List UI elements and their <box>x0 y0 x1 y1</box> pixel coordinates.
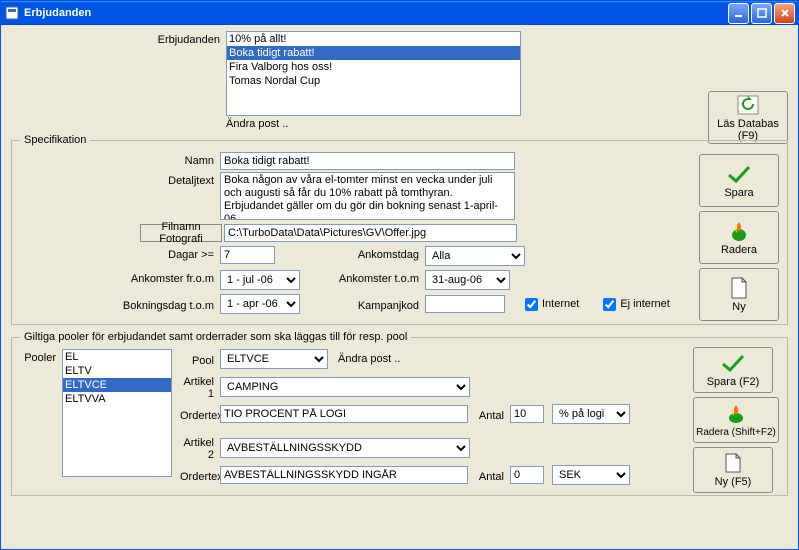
pooler-list-item[interactable]: ELTVCE <box>63 378 171 392</box>
article1-label: Artikel 1 <box>180 373 220 400</box>
pool-label: Pool <box>180 352 220 367</box>
arrival-to-select[interactable]: 31-aug-06 <box>425 270 510 290</box>
booking-to-label: Bokningsdag t.o.m <box>20 297 220 312</box>
maximize-button[interactable] <box>751 3 772 24</box>
offers-list-item[interactable]: Fira Valborg hos oss! <box>227 60 520 74</box>
fire-icon <box>722 403 750 425</box>
internet-checkbox-wrap[interactable]: Internet <box>525 298 579 311</box>
ordertext1-input[interactable] <box>220 405 468 423</box>
count1-input[interactable] <box>510 405 544 423</box>
pooler-list-item[interactable]: ELTV <box>63 364 171 378</box>
not-internet-checkbox[interactable] <box>603 298 616 311</box>
close-button[interactable] <box>774 3 795 24</box>
days-input[interactable] <box>220 246 275 264</box>
window: Erbjudanden Erbjudanden 10% på allt!Boka… <box>0 0 799 550</box>
pool-select[interactable]: ELTVCE <box>220 349 328 369</box>
campaign-label: Kampanjkod <box>300 297 425 312</box>
detail-textarea[interactable]: Boka någon av våra el-tomter minst en ve… <box>220 172 515 220</box>
check-icon <box>719 352 747 374</box>
arrival-from-select[interactable]: 1 - jul -06 <box>220 270 300 290</box>
offers-list-item[interactable]: 10% på allt! <box>227 32 520 46</box>
arrival-from-label: Ankomster fr.o.m <box>20 270 220 285</box>
edit-post-label: Ändra post .. <box>226 118 521 130</box>
minimize-button[interactable] <box>728 3 749 24</box>
spec-delete-button[interactable]: Radera <box>699 211 779 264</box>
detail-label: Detaljtext <box>20 172 220 187</box>
article2-select[interactable]: AVBESTÄLLNINGSSKYDD <box>220 438 470 458</box>
pool-delete-button[interactable]: Radera (Shift+F2) <box>693 397 779 443</box>
refresh-icon <box>734 94 762 116</box>
pools-fieldset: Giltiga pooler för erbjudandet samt orde… <box>11 331 788 496</box>
pool-delete-label: Radera (Shift+F2) <box>696 427 776 438</box>
days-label: Dagar >= <box>20 246 220 261</box>
pool-new-label: Ny (F5) <box>715 476 752 488</box>
arrival-day-label: Ankomstdag <box>275 246 425 261</box>
new-document-icon <box>725 277 753 299</box>
pool-save-button[interactable]: Spara (F2) <box>693 347 773 393</box>
spec-new-label: Ny <box>732 301 745 313</box>
count1-label: Antal <box>468 407 510 422</box>
photo-path-input[interactable] <box>224 224 517 242</box>
article1-select[interactable]: CAMPING <box>220 377 470 397</box>
pooler-listbox[interactable]: ELELTVELTVCEELTVVA <box>62 349 172 477</box>
content: Erbjudanden 10% på allt!Boka tidigt raba… <box>1 25 798 549</box>
pooler-label: Pooler <box>20 349 62 364</box>
specification-legend: Specifikation <box>20 134 90 146</box>
photo-filename-button[interactable]: Filnamn Fotografi <box>140 224 222 242</box>
new-document-icon <box>719 452 747 474</box>
offers-label: Erbjudanden <box>11 31 226 46</box>
not-internet-label: Ej internet <box>620 298 670 310</box>
check-icon <box>725 163 753 185</box>
offers-listbox[interactable]: 10% på allt!Boka tidigt rabatt!Fira Valb… <box>226 31 521 116</box>
ordertext2-input[interactable] <box>220 466 468 484</box>
spec-delete-label: Radera <box>721 244 757 256</box>
name-input[interactable] <box>220 152 515 170</box>
fire-icon <box>725 220 753 242</box>
pooler-list-item[interactable]: EL <box>63 350 171 364</box>
not-internet-checkbox-wrap[interactable]: Ej internet <box>603 298 670 311</box>
booking-to-select[interactable]: 1 - apr -06 <box>220 294 300 314</box>
pools-legend: Giltiga pooler för erbjudandet samt orde… <box>20 331 411 343</box>
count2-input[interactable] <box>510 466 544 484</box>
pooler-list-item[interactable]: ELTVVA <box>63 392 171 406</box>
count2-label: Antal <box>468 468 510 483</box>
offers-list-item[interactable]: Tomas Nordal Cup <box>227 74 520 88</box>
pool-save-label: Spara (F2) <box>707 376 760 388</box>
ordertext1-label: Ordertext <box>180 407 220 422</box>
ordertext2-label: Ordertext <box>180 468 220 483</box>
offers-list-item[interactable]: Boka tidigt rabatt! <box>227 46 520 60</box>
spec-new-button[interactable]: Ny <box>699 268 779 321</box>
arrival-to-label: Ankomster t.o.m <box>300 270 425 285</box>
titlebar: Erbjudanden <box>1 1 798 25</box>
spec-save-button[interactable]: Spara <box>699 154 779 207</box>
pool-edit-post-label: Ändra post .. <box>338 353 400 365</box>
app-icon <box>4 5 20 21</box>
campaign-input[interactable] <box>425 295 505 313</box>
article2-label: Artikel 2 <box>180 434 220 461</box>
internet-label: Internet <box>542 298 579 310</box>
unit1-select[interactable]: % på logi <box>552 404 630 424</box>
arrival-day-select[interactable]: Alla <box>425 246 525 266</box>
specification-fieldset: Specifikation Spara Radera <box>11 134 788 325</box>
name-label: Namn <box>20 152 220 167</box>
window-title: Erbjudanden <box>24 7 726 19</box>
internet-checkbox[interactable] <box>525 298 538 311</box>
unit2-select[interactable]: SEK <box>552 465 630 485</box>
spec-save-label: Spara <box>724 187 753 199</box>
pool-new-button[interactable]: Ny (F5) <box>693 447 773 493</box>
